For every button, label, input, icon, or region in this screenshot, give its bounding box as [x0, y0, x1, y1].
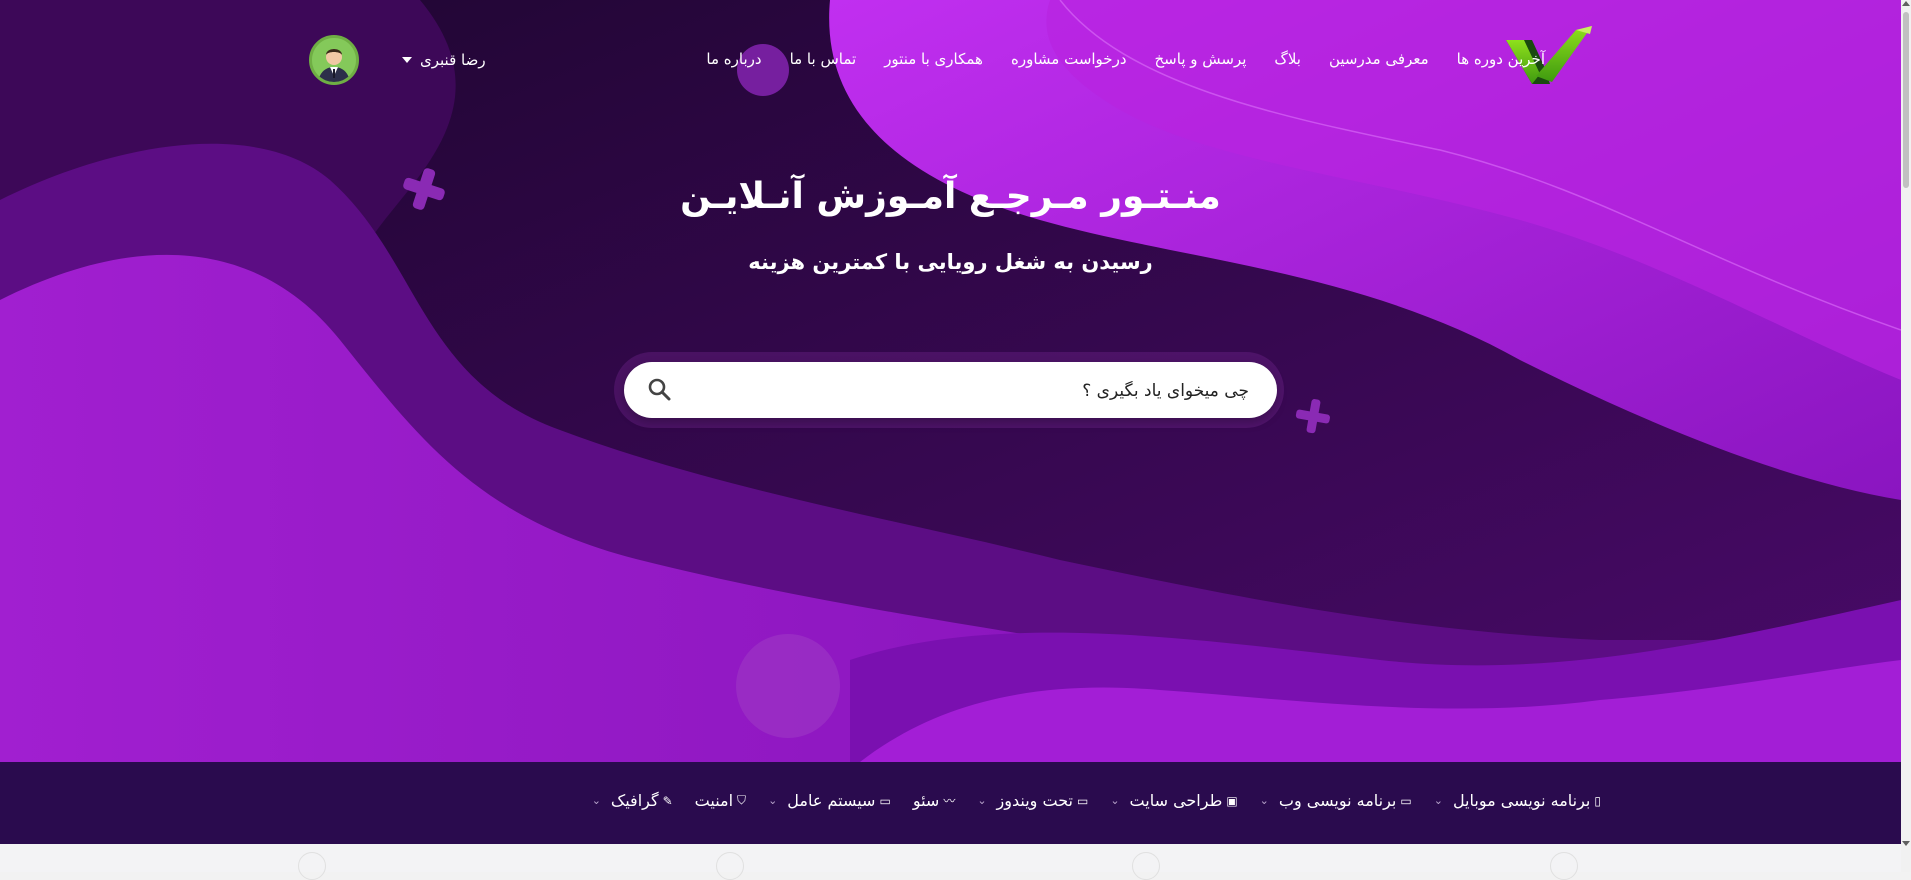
scroll-up-icon[interactable] [1902, 1, 1910, 6]
category-operating-system[interactable]: ▭ سیستم عامل ⌄ [768, 791, 891, 810]
chevron-down-icon: ⌄ [1110, 794, 1120, 807]
category-windows[interactable]: ▭ تحت ویندوز ⌄ [977, 791, 1088, 810]
chevron-down-icon: ⌄ [977, 794, 987, 807]
category-mobile-programming[interactable]: ▯ برنامه نویسی موبایل ⌄ [1434, 791, 1601, 810]
placeholder-circle [1550, 852, 1578, 880]
search-icon[interactable] [646, 376, 674, 404]
category-label: برنامه نویسی وب [1278, 791, 1397, 810]
chevron-down-icon: ⌄ [1433, 794, 1443, 807]
category-label: گرافیک [610, 791, 659, 810]
placeholder-circle [1132, 852, 1160, 880]
mobile-icon: ▯ [1594, 793, 1601, 808]
nav-item-consultation[interactable]: درخواست مشاوره [1011, 50, 1127, 68]
nav-item-about[interactable]: درباره ما [706, 50, 761, 68]
category-label: امنیت [694, 791, 734, 810]
category-label: سئو [912, 791, 940, 810]
search-box [624, 362, 1277, 420]
category-graphics[interactable]: ✎ گرافیک ⌄ [592, 791, 673, 810]
category-security[interactable]: ⛉ امنیت [695, 791, 746, 810]
placeholder-circle [716, 852, 744, 880]
search-input[interactable] [687, 362, 1251, 420]
hero-title: منـتـور مـرجـع آمـوزش آنـلایـن [680, 176, 1221, 217]
scrollbar-thumb[interactable] [1903, 12, 1909, 188]
page-scrollbar[interactable] [1901, 0, 1911, 872]
category-label: برنامه نویسی موبایل [1452, 791, 1591, 810]
nav-item-cooperation[interactable]: همکاری با منتور [884, 50, 983, 68]
category-web-design[interactable]: ▣ طراحی سایت ⌄ [1110, 791, 1237, 810]
hero-subtitle: رسیدن به شغل رویایی با کمترین هزینه [748, 250, 1153, 274]
chevron-down-icon [402, 57, 412, 63]
avatar[interactable] [309, 35, 359, 85]
category-web-programming[interactable]: ▭ برنامه نویسی وب ⌄ [1260, 791, 1412, 810]
scroll-down-icon[interactable] [1902, 841, 1910, 846]
placeholder-circle [298, 852, 326, 880]
chevron-down-icon: ⌄ [1259, 794, 1269, 807]
nav-item-instructors[interactable]: معرفی مدرسین [1329, 50, 1429, 68]
category-label: سیستم عامل [787, 791, 876, 810]
html5-icon: ▣ [1226, 793, 1238, 808]
desktop-icon: ▭ [1076, 793, 1089, 808]
chevron-down-icon: ⌄ [768, 794, 778, 807]
content-area-top [0, 844, 1901, 872]
user-menu[interactable]: رضا قنبری [402, 51, 486, 69]
chart-line-icon: 〰 [943, 794, 956, 808]
category-seo[interactable]: 〰 سئو [913, 791, 956, 810]
nav-item-qa[interactable]: پرسش و پاسخ [1155, 50, 1247, 68]
main-nav: آخرین دوره ها معرفی مدرسین بلاگ پرسش و پ… [678, 50, 1545, 68]
category-label: طراحی سایت [1129, 791, 1223, 810]
brush-icon: ✎ [662, 793, 673, 808]
chevron-down-icon: ⌄ [591, 794, 601, 807]
category-menu: ▯ برنامه نویسی موبایل ⌄ ▭ برنامه نویسی و… [570, 791, 1601, 810]
nav-item-latest-courses[interactable]: آخرین دوره ها [1457, 50, 1545, 68]
laptop-code-icon: ▭ [879, 793, 891, 808]
nav-item-contact[interactable]: تماس با ما [790, 50, 857, 68]
nav-item-blog[interactable]: بلاگ [1274, 50, 1301, 68]
category-label: تحت ویندوز [996, 791, 1073, 810]
shield-icon: ⛉ [737, 793, 747, 807]
user-name: رضا قنبری [420, 51, 486, 69]
laptop-icon: ▭ [1400, 793, 1412, 808]
user-avatar-icon [312, 38, 356, 82]
